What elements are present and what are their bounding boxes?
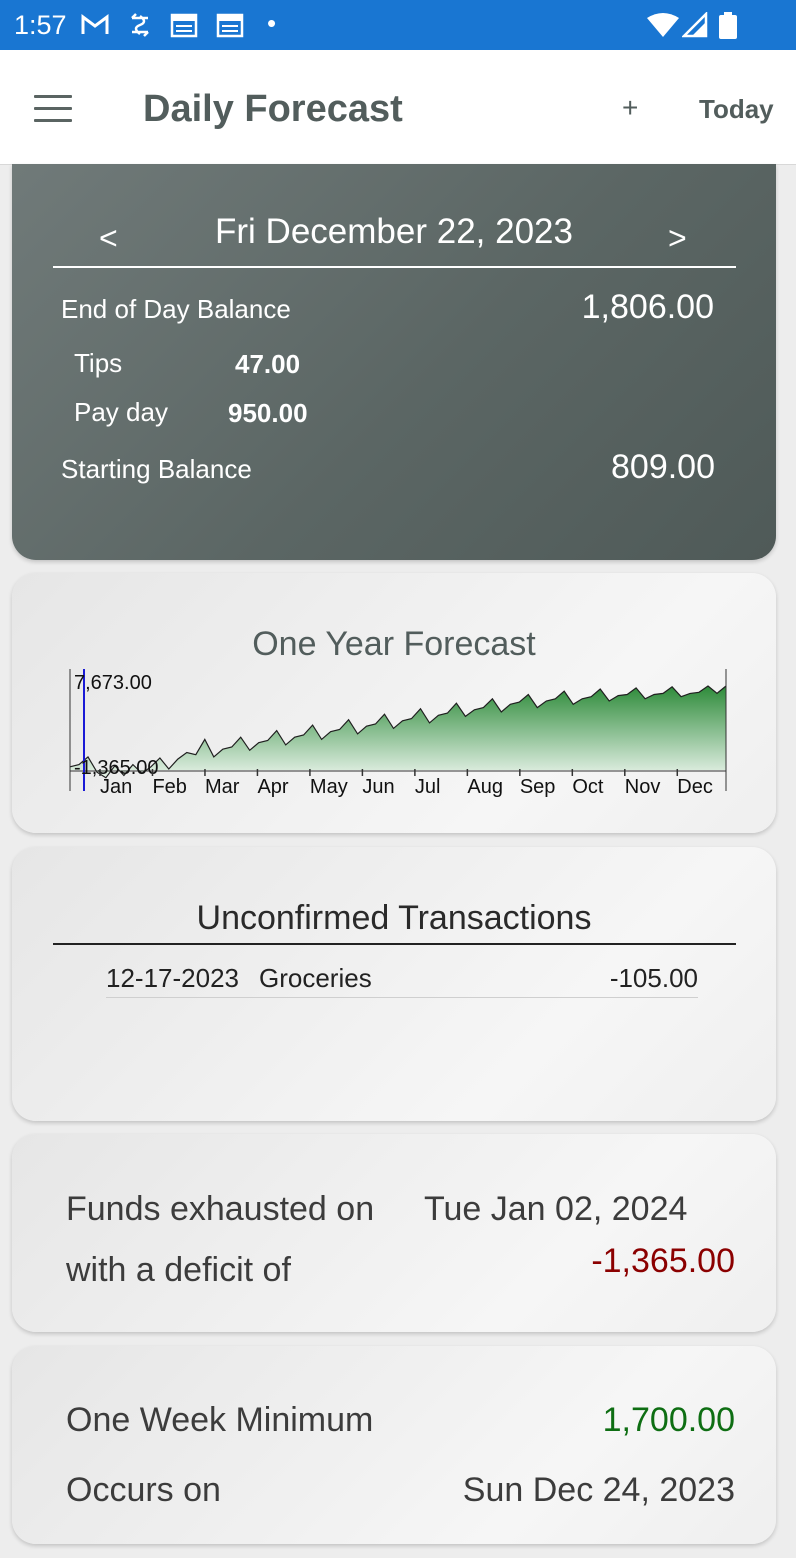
chart-x-tick-label: Jan bbox=[100, 776, 132, 798]
chart-x-tick-label: Mar bbox=[205, 776, 240, 798]
battery-icon bbox=[719, 12, 737, 39]
balance-card: < Fri December 22, 2023 > End of Day Bal… bbox=[12, 164, 776, 560]
transaction-row[interactable]: 12-17-2023 Groceries -105.00 bbox=[106, 961, 698, 998]
item-value-payday: 950.00 bbox=[228, 398, 308, 428]
page-title: Daily Forecast bbox=[143, 88, 403, 130]
unconfirmed-title: Unconfirmed Transactions bbox=[196, 899, 592, 937]
chart-x-tick-label: Dec bbox=[677, 776, 713, 798]
starting-balance-value: 809.00 bbox=[611, 448, 715, 486]
next-day-button[interactable]: > bbox=[668, 220, 687, 257]
status-time: 1:57 bbox=[14, 10, 67, 40]
funds-exhausted-date: Tue Jan 02, 2024 bbox=[424, 1190, 688, 1228]
chart-x-tick-label: Feb bbox=[152, 776, 186, 798]
calendar-icon bbox=[170, 13, 198, 38]
item-value-tips: 47.00 bbox=[235, 349, 301, 379]
week-minimum-value: 1,700.00 bbox=[602, 1401, 735, 1439]
chart-x-tick-label: Oct bbox=[572, 776, 604, 798]
unconfirmed-card: Unconfirmed Transactions 12-17-2023 Groc… bbox=[12, 847, 776, 1121]
app-bar: Daily Forecast + Today bbox=[0, 50, 796, 165]
week-minimum-label: One Week Minimum bbox=[66, 1401, 374, 1439]
chart-x-tick-label: Apr bbox=[257, 776, 288, 798]
chart-x-tick-label: May bbox=[310, 776, 348, 798]
add-button[interactable]: + bbox=[622, 92, 638, 124]
selected-date: Fri December 22, 2023 bbox=[215, 212, 573, 251]
end-of-day-label: End of Day Balance bbox=[61, 294, 291, 324]
forecast-chart[interactable]: 7,673.00-1,365.00Jan Feb Mar Apr May Jun Jul Au… bbox=[12, 573, 776, 833]
deficit-value: -1,365.00 bbox=[591, 1242, 735, 1280]
today-button[interactable]: Today bbox=[699, 94, 774, 125]
chart-area bbox=[70, 686, 726, 778]
chart-x-tick-label: Jul bbox=[415, 776, 441, 798]
hamburger-menu-icon[interactable] bbox=[34, 95, 72, 123]
forecast-chart-card[interactable]: One Year Forecast 7,673.00 -1,365.00 Jan Fe… bbox=[12, 573, 776, 833]
gmail-icon bbox=[81, 14, 109, 34]
chart-x-tick-label: Sep bbox=[520, 776, 556, 798]
chart-x-tick-label: Jun bbox=[362, 776, 394, 798]
calendar-icon bbox=[216, 13, 244, 38]
sync-icon bbox=[131, 13, 149, 37]
chart-y-tick-label: 7,673.00 bbox=[74, 672, 152, 694]
deficit-label: with a deficit of bbox=[66, 1251, 291, 1289]
funds-exhausted-label: Funds exhausted on bbox=[66, 1190, 375, 1228]
dot-icon: • bbox=[267, 8, 277, 38]
starting-balance-label: Starting Balance bbox=[61, 454, 252, 484]
transaction-date: 12-17-2023 bbox=[106, 963, 239, 993]
occurs-on-label: Occurs on bbox=[66, 1471, 221, 1509]
wifi-icon bbox=[647, 13, 679, 37]
funds-exhausted-card: Funds exhausted on Tue Jan 02, 2024 with… bbox=[12, 1134, 776, 1332]
chart-x-tick-label: Nov bbox=[625, 776, 661, 798]
status-bar: 1:57 • bbox=[0, 0, 796, 50]
divider bbox=[53, 943, 736, 945]
transaction-amount: -105.00 bbox=[609, 963, 698, 993]
transaction-description: Groceries bbox=[259, 963, 372, 993]
divider bbox=[53, 266, 736, 268]
end-of-day-value: 1,806.00 bbox=[581, 288, 714, 326]
chart-x-tick-label: Aug bbox=[467, 776, 503, 798]
signal-icon bbox=[682, 12, 708, 38]
item-label-tips: Tips bbox=[74, 348, 123, 378]
occurs-on-date: Sun Dec 24, 2023 bbox=[462, 1471, 735, 1509]
week-minimum-card: One Week Minimum 1,700.00 Occurs on Sun … bbox=[12, 1346, 776, 1544]
item-label-payday: Pay day bbox=[74, 397, 168, 427]
